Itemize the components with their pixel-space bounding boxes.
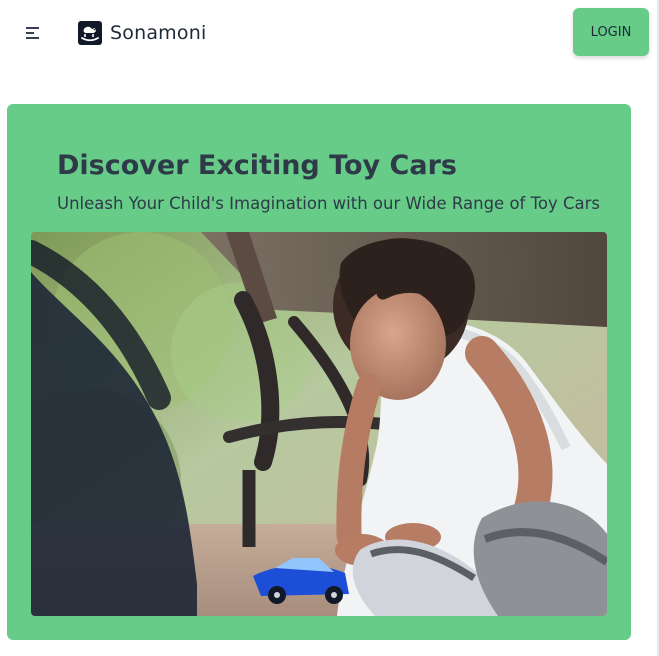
hero-title: Discover Exciting Toy Cars bbox=[57, 150, 457, 182]
child-playing-toy-car-photo bbox=[31, 232, 607, 616]
hero-subtitle: Unleash Your Child's Imagination with ou… bbox=[57, 193, 600, 213]
login-button[interactable]: LOGIN bbox=[573, 8, 649, 56]
menu-icon[interactable] bbox=[24, 24, 44, 42]
page: Sonamoni LOGIN Discover Exciting Toy Car… bbox=[0, 0, 659, 656]
rocking-horse-icon bbox=[78, 21, 102, 45]
top-navigation: Sonamoni LOGIN bbox=[0, 0, 659, 66]
brand-link[interactable]: Sonamoni bbox=[78, 20, 206, 46]
brand-name: Sonamoni bbox=[110, 22, 207, 44]
hero-section: Discover Exciting Toy Cars Unleash Your … bbox=[7, 104, 631, 640]
